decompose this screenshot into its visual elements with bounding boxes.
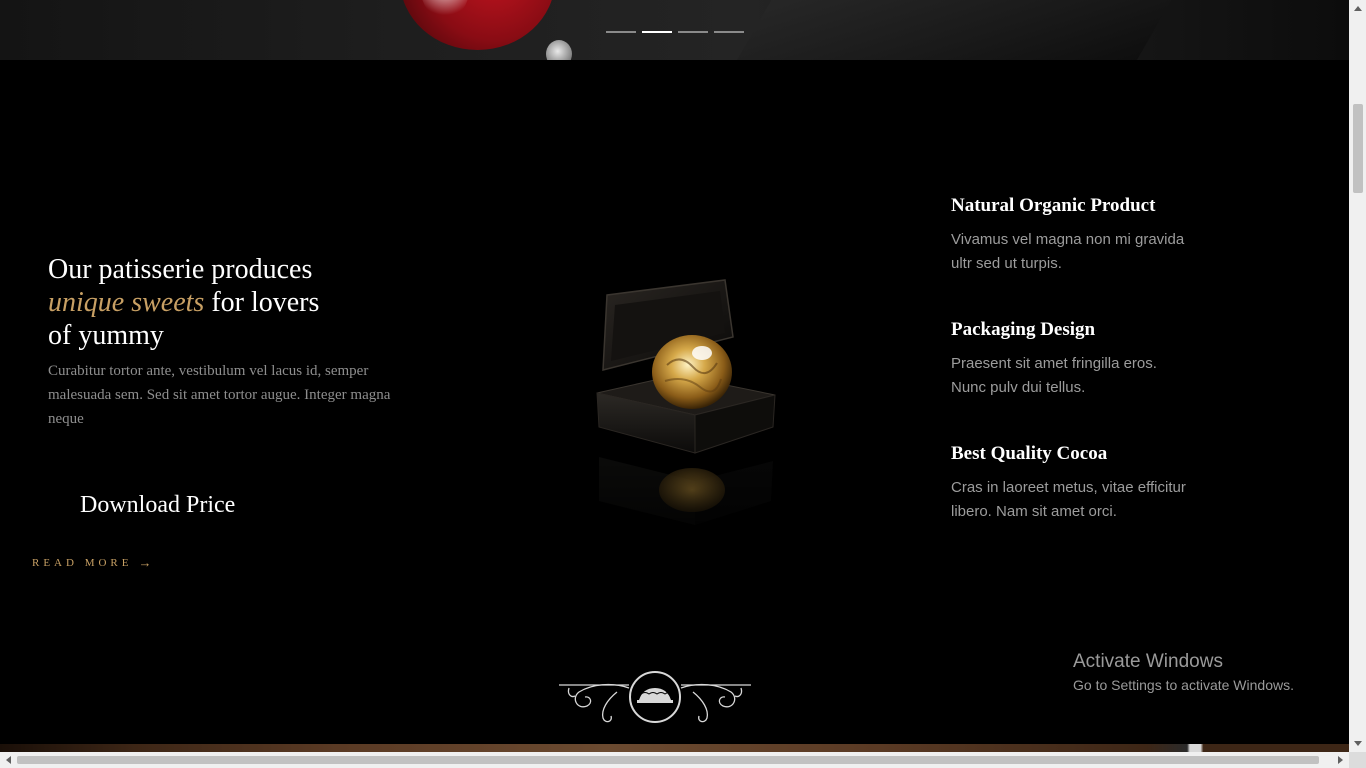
slider-dot-2[interactable] bbox=[642, 31, 672, 33]
next-section-image bbox=[0, 744, 1349, 752]
feature-title: Best Quality Cocoa bbox=[951, 443, 1108, 464]
arrow-right-icon: → bbox=[138, 555, 152, 570]
strawberry-dessert-image bbox=[400, 0, 555, 50]
intro-heading-accent: unique sweets bbox=[48, 287, 205, 318]
scrollbar-corner bbox=[1349, 752, 1366, 768]
feature-item: Packaging Design Praesent sit amet fring… bbox=[951, 319, 1211, 443]
feature-title: Natural Organic Product bbox=[951, 195, 1156, 216]
download-price-link[interactable]: Download Price bbox=[80, 492, 235, 519]
vertical-scrollbar-thumb[interactable] bbox=[1353, 104, 1363, 193]
intro-text: Curabitur tortor ante, vestibulum vel la… bbox=[48, 363, 391, 427]
feature-item: Natural Organic Product Vivamus vel magn… bbox=[951, 195, 1211, 319]
horizontal-scrollbar-thumb[interactable] bbox=[17, 756, 1319, 764]
scroll-up-icon[interactable] bbox=[1349, 0, 1366, 17]
horizontal-scrollbar[interactable] bbox=[0, 752, 1349, 768]
intro-heading-line3: of yummy bbox=[48, 320, 164, 351]
feature-item: Best Quality Cocoa Cras in laoreet metus… bbox=[951, 443, 1211, 567]
intro-heading: Our patisserie produces unique sweets fo… bbox=[48, 253, 468, 352]
slate-board-image bbox=[725, 0, 1195, 60]
intro-heading-line1: Our patisserie produces bbox=[48, 254, 313, 285]
cake-ornament-icon bbox=[559, 671, 751, 723]
chocolate-gift-box-icon bbox=[575, 279, 785, 565]
slider-pagination bbox=[606, 31, 744, 33]
watermark-title: Activate Windows bbox=[1073, 651, 1223, 672]
read-more-label: READ MORE bbox=[32, 557, 133, 569]
read-more-link[interactable]: READ MORE → bbox=[32, 555, 151, 571]
feature-description: Vivamus vel magna non mi gravida ultr se… bbox=[951, 231, 1185, 272]
about-section: Our patisserie produces unique sweets fo… bbox=[0, 60, 1349, 744]
intro-heading-line2: for lovers bbox=[211, 287, 320, 318]
activate-windows-watermark: Activate Windows Go to Settings to activ… bbox=[1073, 651, 1294, 696]
watermark-subtitle: Go to Settings to activate Windows. bbox=[1073, 677, 1294, 693]
slider-dot-3[interactable] bbox=[678, 31, 708, 33]
vertical-scrollbar[interactable] bbox=[1349, 0, 1366, 752]
feature-description: Cras in laoreet metus, vitae efficitur l… bbox=[951, 479, 1186, 520]
slider-dot-4[interactable] bbox=[714, 31, 744, 33]
feature-title: Packaging Design bbox=[951, 319, 1096, 340]
feature-description: Praesent sit amet fringilla eros. Nunc p… bbox=[951, 355, 1157, 396]
scroll-right-icon[interactable] bbox=[1332, 752, 1349, 768]
hero-slider bbox=[0, 0, 1349, 60]
cream-drop-image bbox=[546, 40, 572, 60]
slider-dot-1[interactable] bbox=[606, 31, 636, 33]
features-list: Natural Organic Product Vivamus vel magn… bbox=[951, 195, 1211, 567]
scroll-down-icon[interactable] bbox=[1349, 735, 1366, 752]
scroll-left-icon[interactable] bbox=[0, 752, 17, 768]
